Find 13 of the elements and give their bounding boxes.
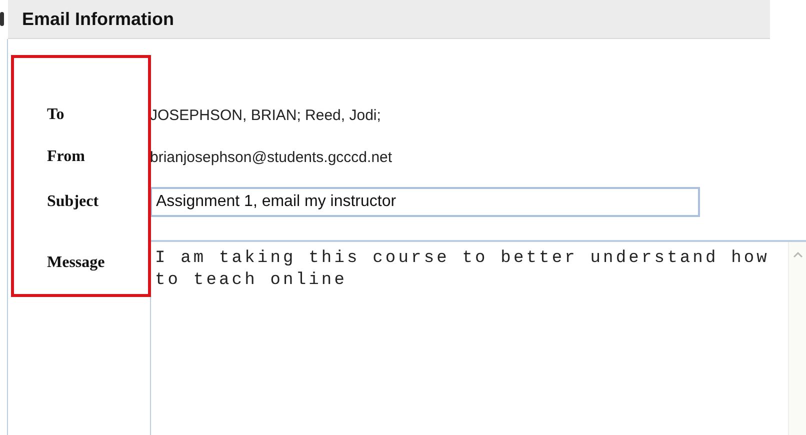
field-value: brianjosephson@students.gcccd.net xyxy=(150,148,392,166)
field-label: Subject xyxy=(46,192,100,212)
subject-field[interactable]: Assignment 1, email my instructor xyxy=(150,187,700,217)
field-value: JOSEPHSON, BRIAN; Reed, Jodi; xyxy=(150,106,381,124)
message-field[interactable]: I am taking this course to better understand how to teach online xyxy=(150,240,806,435)
header-marker-icon xyxy=(0,12,4,26)
message-text: I am taking this course to better understand how to teach online xyxy=(154,248,770,292)
field-label: From xyxy=(46,147,86,167)
scrollbar[interactable] xyxy=(788,242,806,435)
field-label: To xyxy=(46,105,66,125)
field-label: Message xyxy=(46,253,106,273)
scroll-up-icon[interactable] xyxy=(792,252,802,258)
section-title: Email Information xyxy=(21,8,174,30)
